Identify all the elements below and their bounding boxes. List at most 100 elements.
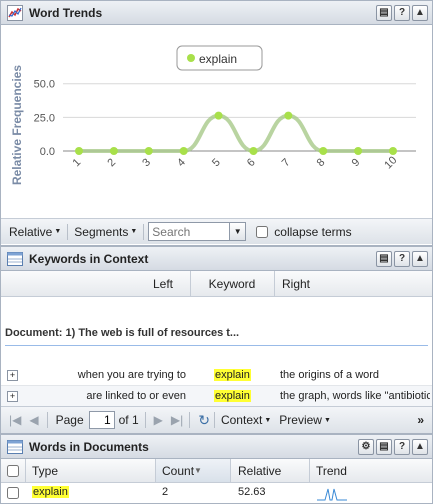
group-divider [5,345,428,346]
table-row[interactable]: + when you are trying to explain the ori… [1,365,432,386]
sort-desc-icon: ▼ [194,466,202,475]
help-icon[interactable]: ? [394,4,410,21]
more-icon[interactable]: » [417,413,424,427]
refresh-icon[interactable]: ↻ [198,412,210,429]
relative-menu[interactable]: Relative ▼ [5,225,65,239]
document-group-header[interactable]: Document: 1) The web is full of resource… [5,327,239,339]
series-line-explain [79,113,393,154]
left-context: when you are trying to [77,369,186,381]
help-icon[interactable]: ? [394,250,410,267]
column-divider [25,459,26,482]
column-keyword[interactable]: Keyword [191,277,273,291]
last-page-icon[interactable]: ▶| [171,413,183,427]
first-page-icon[interactable]: |◀ [9,413,21,427]
x-tick-label: 10 [382,154,399,171]
context-menu[interactable]: Context ▼ [217,413,275,427]
count-cell: 2 [162,486,169,498]
column-left[interactable]: Left [1,277,189,291]
caret-down-icon: ▼ [130,228,138,235]
row-checkbox[interactable] [7,487,19,499]
collapse-icon[interactable]: ▲ [412,438,428,455]
divider [143,223,145,240]
x-tick-label: 2 [105,156,118,169]
next-page-icon[interactable]: ▶ [154,413,163,427]
save-icon[interactable]: ▤ [376,4,392,21]
preview-menu[interactable]: Preview ▼ [275,413,335,427]
of-pages-label: of 1 [118,413,139,427]
count-label: Count [162,464,195,478]
select-all-checkbox[interactable] [7,465,19,477]
column-divider [230,459,231,482]
type-cell: explain [32,486,69,498]
keyword-cell: explain [214,390,251,402]
panel-title: Keywords in Context [29,251,149,266]
panel-title: Word Trends [29,5,103,20]
column-right[interactable]: Right [282,277,310,291]
segments-menu[interactable]: Segments ▼ [70,225,141,239]
words-panel: Words in Documents ⚙ ▤ ? ▲ Type Count ▼ … [0,434,433,504]
expand-icon[interactable]: + [7,390,18,402]
x-tick-label: 9 [350,156,363,169]
legend-marker [187,54,195,62]
x-tick-label: 3 [140,156,153,169]
divider [189,412,191,428]
divider [213,412,215,428]
y-axis-label: Relative Frequencies [10,65,24,185]
divider [144,412,146,428]
collapse-terms-checkbox[interactable] [256,225,269,238]
kwic-panel: Keywords in Context ▤ ? ▲ Left Keyword R… [0,246,433,434]
panel-title: Words in Documents [29,439,149,454]
data-point [284,111,293,120]
column-count[interactable]: Count ▼ [156,459,230,482]
save-icon[interactable]: ▤ [376,438,392,455]
save-icon[interactable]: ▤ [376,250,392,267]
x-tick-label: 4 [175,156,188,169]
y-tick-label: 25.0 [34,112,55,124]
column-divider [274,271,275,296]
y-tick-label: 0.0 [40,146,55,158]
help-icon[interactable]: ? [394,438,410,455]
pager-toolbar: |◀ ◀ Page of 1 ▶ ▶| ↻ Context▼ Preview▼ … [1,406,432,433]
x-tick-label: 1 [70,156,83,169]
dropdown-button[interactable]: ▼ [229,223,246,240]
caret-down-icon: ▼ [264,416,272,424]
search-combo[interactable]: ▼ [148,222,247,241]
column-relative[interactable]: Relative [238,464,281,478]
page-label: Page [55,413,84,427]
keyword-highlight: explain [214,369,251,381]
words-column-header: Type Count ▼ Relative Trend [1,459,432,483]
y-tick-label: 50.0 [34,79,55,91]
expand-icon[interactable]: + [7,369,18,381]
column-type[interactable]: Type [32,464,58,478]
data-point [144,147,153,155]
preview-label: Preview [279,413,322,427]
word-trends-header: Word Trends ▤ ? ▲ [1,1,432,25]
context-label: Context [220,413,263,427]
table-row[interactable]: + are linked to or even explain the grap… [1,386,432,407]
legend-label: explain [199,52,237,66]
word-trends-toolbar: Relative▼ Segments▼ ▼ collapse terms [1,218,432,244]
line-chart-icon [7,4,23,21]
prev-page-icon[interactable]: ◀ [29,413,38,427]
words-header: Words in Documents ⚙ ▤ ? ▲ [1,435,432,459]
page-number-input[interactable] [88,411,115,429]
data-point [319,147,328,155]
data-point [75,147,83,155]
kwic-body: Document: 1) The web is full of resource… [1,297,432,365]
collapse-icon[interactable]: ▲ [412,4,428,21]
right-context: the origins of a word [280,369,380,381]
caret-down-icon: ▼ [54,228,62,235]
x-tick-label: 5 [210,156,223,169]
settings-icon[interactable]: ⚙ [358,438,374,455]
kwic-column-header: Left Keyword Right [1,271,432,297]
caret-down-icon: ▼ [323,416,331,424]
group-label: Document: 1) The web is full of resource… [5,327,240,339]
column-trend[interactable]: Trend [316,464,347,478]
relative-label: Relative [9,224,53,239]
table-row[interactable]: explain 2 52.63 [1,483,432,503]
kwic-header: Keywords in Context ▤ ? ▲ [1,247,432,271]
collapse-icon[interactable]: ▲ [412,250,428,267]
left-context: are linked to or even [86,390,186,402]
word-trends-chart: 0.0 25.0 50.0 Relative Frequencies 1 2 3 4 5 6 7 8 9… [10,45,416,185]
search-input[interactable] [149,223,230,240]
